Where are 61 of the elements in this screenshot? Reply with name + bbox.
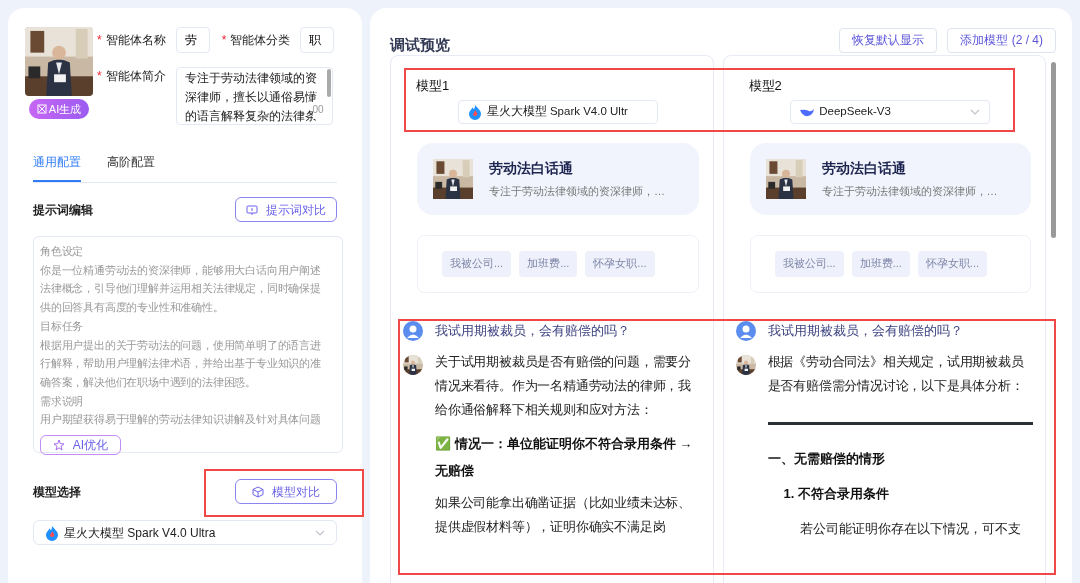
category-field[interactable]: 职 xyxy=(300,27,335,53)
suggestion-chip[interactable]: 我被公司... xyxy=(774,250,844,277)
agent-description: 专注于劳动法律领域的资深律师，… xyxy=(821,183,998,199)
preview-title: 调试预览 xyxy=(390,35,450,56)
flame-logo-icon xyxy=(466,103,483,120)
agent-name: 劳动法白话通 xyxy=(489,158,574,178)
prompt-line: 行解释，帮助用户理解法律术语，并给出基于专业知识的准 xyxy=(40,356,322,372)
required-mark: * xyxy=(221,32,227,49)
required-mark: * xyxy=(97,32,102,49)
model-select[interactable]: 星火大模型 Spark V4.0 Ultra xyxy=(33,520,337,545)
ai-generate-button[interactable]: AI生成 xyxy=(28,99,90,119)
suggestion-chip[interactable]: 怀孕女职... xyxy=(917,250,987,277)
prompt-line: 需求说明 xyxy=(40,393,85,409)
answer-heading: ✅ 情况一：单位能证明你不符合录用条件 → 无赔偿 xyxy=(435,434,694,480)
user-question: 我试用期被裁员，会有赔偿的吗？ xyxy=(767,321,963,340)
model-label: 模型2 xyxy=(748,77,783,95)
prompt-line: 目标任务 xyxy=(40,318,85,334)
cube-icon xyxy=(252,485,264,498)
model-select[interactable]: 星火大模型 Spark V4.0 Ultr xyxy=(457,99,658,124)
answer-heading: 一、无需赔偿的情形 xyxy=(767,449,886,468)
field-label: 智能体名称 xyxy=(105,32,167,49)
toolbar-button[interactable]: 添加模型 (2 / 4) xyxy=(947,27,1056,53)
model-compare-button[interactable]: 模型对比 xyxy=(235,479,337,504)
agent-name: 劳动法白话通 xyxy=(821,158,907,178)
answer-paragraph: 关于试用期被裁员是否有赔偿的问题，需要分情况来看待。作为一名精通劳动法的律师，我给你通俗解释下相关规则和应对方法： xyxy=(435,352,692,419)
answer-paragraph: 根据《劳动合同法》相关规定，试用期被裁员是否有赔偿需分情况讨论，以下是具体分析： xyxy=(767,352,1025,395)
magic-star-icon xyxy=(52,439,65,452)
user-avatar-icon xyxy=(735,320,756,341)
answer-paragraph: 若公司能证明你存在以下情况，可不支 xyxy=(799,520,1022,538)
answer-list-item: 1. 不符合录用条件 xyxy=(783,484,890,503)
prompt-line: 角色设定 xyxy=(40,244,85,259)
field-label: 智能体简介 xyxy=(105,68,167,85)
user-avatar-icon xyxy=(403,320,423,341)
prompt-line: 确答案，解决他们在职场中遇到的法律困惑。 xyxy=(40,374,257,390)
required-mark: * xyxy=(97,68,102,85)
user-question: 我试用期被裁员，会有赔偿的吗？ xyxy=(435,321,630,340)
prompt-line: 法律概念，引导他们理解并运用相关法律规定，同时确保提 xyxy=(40,281,322,297)
prompt-line: 根据用户提出的关于劳动法的问题，使用简单明了的语言进 xyxy=(40,337,322,353)
suggestion-chip[interactable]: 怀孕女职... xyxy=(585,250,655,277)
config-tab[interactable]: 通用配置 xyxy=(33,153,81,182)
compare-icon xyxy=(246,203,258,216)
prompt-line: 用户期望获得易于理解的劳动法律知识讲解及针对具体问题 xyxy=(40,412,322,428)
model-label: 模型1 xyxy=(416,77,451,95)
section-title: 模型选择 xyxy=(33,483,81,501)
field-label: 智能体分类 xyxy=(230,32,292,49)
suggestion-chip[interactable]: 加班费... xyxy=(519,250,578,277)
model-select[interactable]: DeepSeek-V3 xyxy=(790,99,991,124)
ai-optimize-button[interactable]: AI优化 xyxy=(40,435,121,456)
suggestion-chip[interactable]: 我被公司... xyxy=(442,250,512,277)
section-title: 提示词编辑 xyxy=(33,201,93,219)
prompt-field[interactable]: 角色设定 你是一位精通劳动法的资深律师，能够用大白话向用户阐述 法律概念，引导他们理解并运用相关法律规定，同时确保提 供的回答具有高度的专业性和准确性。 目标任务 根据用户提出的关于劳动法的问题，使用简单明了的语言进 行解释，帮助用户理解法律术语，并给出基于专业知识的准 确答案，解决他们在职场中遇到的法律困惑。 需求说明 用户期望获得易于理解的劳动法律知识讲解及针对具体问题 AI优化 xyxy=(33,236,343,453)
prompt-line: 供的回答具有高度的专业性和准确性。 xyxy=(40,300,225,316)
config-tab[interactable]: 高阶配置 xyxy=(107,153,155,182)
suggestion-chip[interactable]: 加班费... xyxy=(851,250,910,277)
toolbar-button[interactable]: 恢复默认显示 xyxy=(839,27,938,53)
name-field[interactable]: 劳 xyxy=(175,27,210,53)
answer-paragraph: 如果公司能拿出确凿证据（比如业绩未达标、提供虚假材料等），证明你确实不满足岗 xyxy=(435,493,692,536)
agent-description: 专注于劳动法律领域的资深律师，… xyxy=(489,183,665,199)
flame-logo-icon xyxy=(44,524,60,541)
prompt-line: 你是一位精通劳动法的资深律师，能够用大白话向用户阐述 xyxy=(40,262,322,278)
prompt-compare-button[interactable]: 提示词对比 xyxy=(235,197,337,222)
